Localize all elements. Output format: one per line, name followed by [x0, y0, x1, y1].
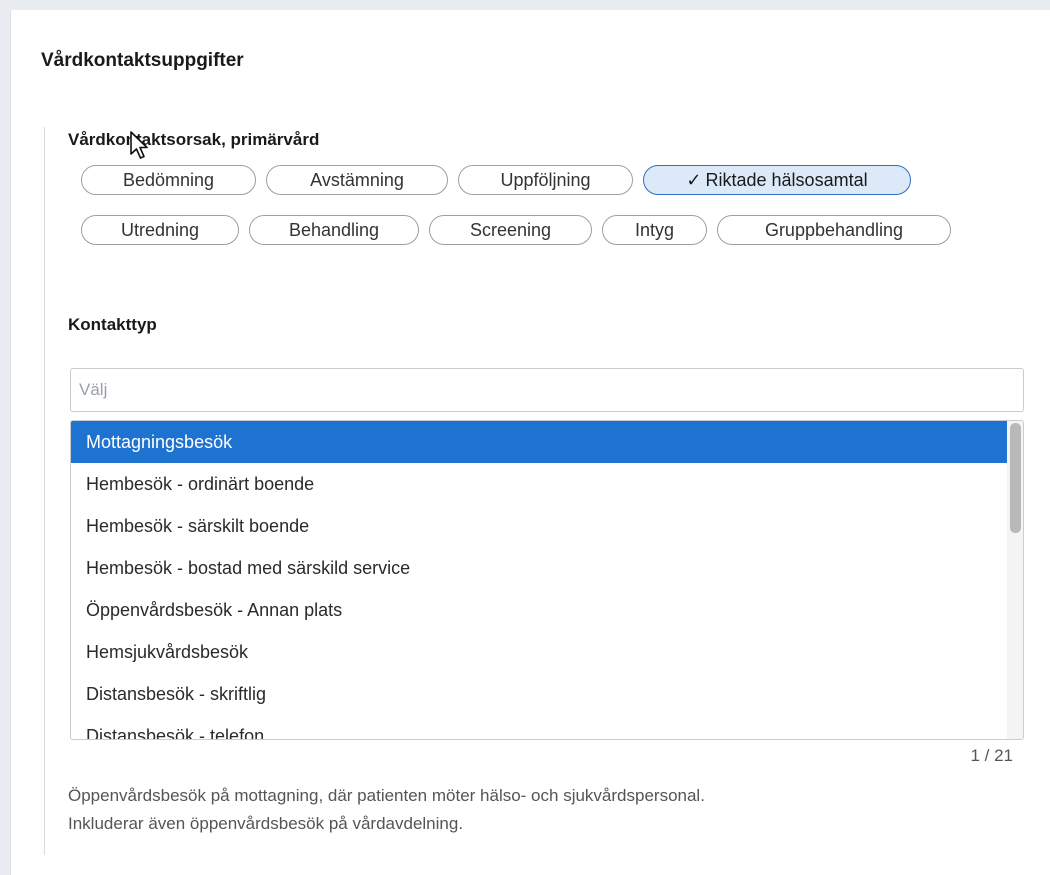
list-item[interactable]: Hembesök - ordinärt boende	[71, 463, 1007, 505]
chip-behandling[interactable]: Behandling	[249, 215, 419, 245]
chip-avstamning[interactable]: Avstämning	[266, 165, 448, 195]
chip-bedomning[interactable]: Bedömning	[81, 165, 256, 195]
chip-label: Screening	[469, 219, 552, 240]
list-item[interactable]: Distansbesök - skriftlig	[71, 673, 1007, 715]
chip-label: Bedömning	[122, 169, 215, 190]
chip-label: Utredning	[120, 219, 200, 240]
chip-gruppbehandling[interactable]: Gruppbehandling	[717, 215, 951, 245]
reason-chips-row-1: Bedömning Avstämning Uppföljning ✓ Rikta…	[81, 165, 911, 195]
option-counter: 1 / 21	[970, 746, 1013, 765]
chip-intyg[interactable]: Intyg	[602, 215, 707, 245]
list-item[interactable]: Distansbesök - telefon	[71, 715, 1007, 739]
chip-label: Avstämning	[310, 169, 404, 190]
check-icon: ✓	[686, 169, 702, 190]
list-item[interactable]: Öppenvårdsbesök - Annan plats	[71, 589, 1007, 631]
list-item[interactable]: Mottagningsbesök	[71, 421, 1007, 463]
contact-type-search-input[interactable]	[70, 368, 1024, 412]
chip-uppfoljning[interactable]: Uppföljning	[458, 165, 633, 195]
section-divider	[44, 127, 45, 855]
listbox-scrollbar[interactable]	[1007, 421, 1023, 739]
chip-label: Uppföljning	[500, 169, 591, 190]
chip-label: Gruppbehandling	[764, 219, 904, 240]
reason-label: Vårdkontaktsorsak, primärvård	[68, 130, 320, 149]
list-item[interactable]: Hembesök - bostad med särskild service	[71, 547, 1007, 589]
chip-riktade-halsosamtal[interactable]: ✓ Riktade hälsosamtal	[643, 165, 911, 195]
chip-screening[interactable]: Screening	[429, 215, 592, 245]
list-item[interactable]: Hemsjukvårdsbesök	[71, 631, 1007, 673]
section-title: Vårdkontaktsuppgifter	[41, 50, 244, 71]
scrollbar-thumb[interactable]	[1010, 423, 1021, 533]
contact-type-listbox: Mottagningsbesök Hembesök - ordinärt boe…	[70, 420, 1024, 740]
list-item[interactable]: Hembesök - särskilt boende	[71, 505, 1007, 547]
chip-label: Intyg	[634, 219, 675, 240]
chip-label: Riktade hälsosamtal	[705, 169, 868, 190]
contact-details-card: Vårdkontaktsuppgifter Vårdkontaktsorsak,…	[10, 10, 1050, 875]
chip-label: Behandling	[288, 219, 380, 240]
description-line: Inkluderar även öppenvårdsbesök på vårda…	[68, 814, 464, 833]
description-line: Öppenvårdsbesök på mottagning, där patie…	[68, 786, 705, 805]
chip-utredning[interactable]: Utredning	[81, 215, 239, 245]
option-description: Öppenvårdsbesök på mottagning, där patie…	[68, 782, 1028, 838]
contact-type-label: Kontakttyp	[68, 315, 157, 334]
mouse-pointer-icon	[130, 131, 148, 159]
reason-chips-row-2: Utredning Behandling Screening Intyg Gru…	[81, 215, 951, 245]
